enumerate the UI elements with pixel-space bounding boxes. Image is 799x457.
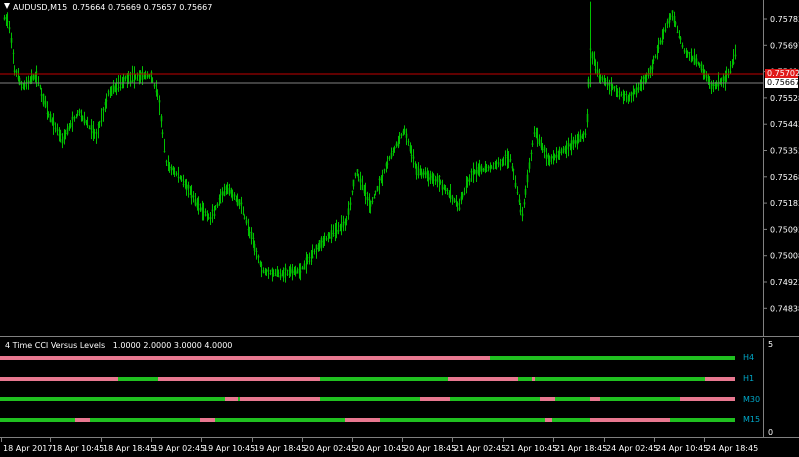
regime-segment	[200, 418, 215, 422]
regime-segment	[345, 418, 380, 422]
time-tick-label: 24 Apr 02:45	[606, 444, 658, 453]
ohlc-high: 0.75669	[107, 3, 142, 12]
regime-segment	[490, 356, 735, 360]
row-label-m15: M15	[743, 415, 761, 424]
time-tick-label: 20 Apr 02:45	[304, 444, 356, 453]
price-tick-label: 0.75443	[770, 120, 799, 129]
regime-segment	[238, 397, 240, 401]
time-tick-label: 19 Apr 10:45	[203, 444, 255, 453]
regime-segment	[450, 397, 540, 401]
regime-segment	[0, 356, 490, 360]
price-tick-label: 0.75093	[770, 225, 799, 234]
time-tick-label: 21 Apr 02:45	[454, 444, 506, 453]
regime-segment	[680, 397, 735, 401]
regime-segment	[590, 397, 600, 401]
time-tick-label: 19 Apr 02:45	[153, 444, 205, 453]
indicator-param-1: 1.0000	[112, 341, 141, 350]
indicator-axis-max: 5	[768, 340, 773, 349]
price-tick-label: 0.75697	[770, 41, 799, 50]
regime-segment	[225, 397, 238, 401]
time-tick-label: 19 Apr 18:45	[254, 444, 306, 453]
chart-header: AUDUSD,M15 0.75664 0.75669 0.75657 0.756…	[4, 3, 212, 13]
regime-segment	[590, 418, 670, 422]
time-tick-label: 18 Apr 18:45	[103, 444, 155, 453]
regime-segment	[540, 397, 555, 401]
regime-segment	[0, 397, 225, 401]
regime-segment	[518, 377, 532, 381]
regime-segment	[670, 418, 735, 422]
time-tick-label: 24 Apr 10:45	[656, 444, 708, 453]
time-tick-label: 20 Apr 10:45	[354, 444, 406, 453]
regime-segment	[118, 377, 158, 381]
regime-segment	[320, 377, 448, 381]
regime-segment	[545, 418, 552, 422]
price-tick-label: 0.75183	[770, 199, 799, 208]
price-tick-label: 0.74838	[770, 304, 799, 313]
regime-segment	[215, 418, 345, 422]
time-tick-label: 24 Apr 18:45	[706, 444, 758, 453]
ohlc-close: 0.75667	[179, 3, 213, 12]
regime-segment	[535, 377, 705, 381]
price-tick-label: 0.75783	[770, 15, 799, 24]
price-tick-label: 0.75008	[770, 252, 799, 261]
regime-segment	[380, 418, 545, 422]
row-label-m30: M30	[743, 395, 761, 404]
indicator-header: 4 Time CCI Versus Levels 1.0000 2.0000 3…	[5, 341, 232, 351]
indicator-title: 4 Time CCI Versus Levels	[5, 341, 106, 350]
indicator-window[interactable]: 5 0	[0, 338, 799, 438]
regime-segment	[555, 397, 590, 401]
regime-segment	[75, 418, 90, 422]
time-tick-label: 21 Apr 10:45	[505, 444, 557, 453]
indicator-param-3: 3.0000	[173, 341, 202, 350]
row-label-h1: H1	[743, 374, 755, 383]
indicator-param-2: 2.0000	[143, 341, 172, 350]
regime-segment	[448, 377, 518, 381]
regime-segment	[600, 397, 680, 401]
regime-segment	[0, 377, 118, 381]
indicator-param-4: 4.0000	[204, 341, 233, 350]
price-tick-label: 0.75528	[770, 94, 799, 103]
time-axis: 18 Apr 2017 18 Apr 10:4518 Apr 18:4519 Ap…	[0, 438, 799, 457]
regime-segment	[552, 418, 590, 422]
collapse-triangle-icon[interactable]	[4, 3, 10, 9]
regime-segment	[90, 418, 200, 422]
time-tick-label: 18 Apr 10:45	[52, 444, 104, 453]
regime-segment	[420, 397, 450, 401]
time-tick-label: 18 Apr 2017	[3, 444, 52, 453]
time-tick-label: 21 Apr 18:45	[555, 444, 607, 453]
price-chart[interactable]: 0.757830.756970.756130.755280.754430.753…	[0, 0, 799, 337]
regime-segment	[240, 397, 320, 401]
regime-segment	[705, 377, 735, 381]
time-tick-label: 20 Apr 18:45	[404, 444, 456, 453]
regime-segment	[0, 418, 75, 422]
price-tick-label: 0.74923	[770, 278, 799, 287]
symbol-timeframe: AUDUSD,M15	[13, 3, 68, 12]
regime-segment	[532, 377, 535, 381]
regime-segment	[158, 377, 320, 381]
indicator-axis-min: 0	[768, 428, 773, 437]
row-label-h4: H4	[743, 353, 755, 362]
bid-price-tag: 0.75667	[765, 78, 799, 88]
regime-segment	[320, 397, 420, 401]
ohlc-open: 0.75664	[72, 3, 106, 12]
ohlc-low: 0.75657	[143, 3, 177, 12]
price-tick-label: 0.75353	[770, 147, 799, 156]
price-tick-label: 0.75268	[770, 173, 799, 182]
